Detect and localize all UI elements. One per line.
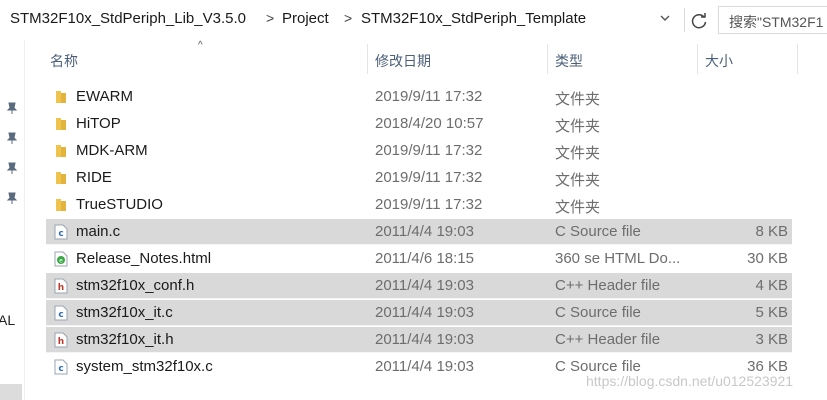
file-date: 2019/9/11 17:32 (375, 142, 483, 159)
file-type: C++ Header file (555, 277, 661, 294)
folder-icon (54, 197, 68, 213)
file-date: 2019/9/11 17:32 (375, 169, 483, 186)
file-row[interactable]: e Release_Notes.html 2011/4/6 18:15 360 se … (46, 246, 792, 272)
file-date: 2011/4/4 19:03 (375, 223, 474, 240)
search-input[interactable]: 搜索"STM32F1 (718, 6, 827, 34)
address-bar[interactable]: STM32F10x_StdPeriph_Lib_V3.5.0 > Project… (0, 0, 827, 40)
watermark: https://blog.csdn.net/u012523921 (586, 373, 794, 389)
pin-icon[interactable] (5, 131, 19, 145)
file-name: TrueSTUDIO (76, 196, 163, 213)
c-file-icon: c (54, 224, 68, 240)
file-type: 文件夹 (555, 199, 601, 216)
pin-icon[interactable] (5, 161, 19, 175)
sort-ascending-icon: ^ (198, 40, 203, 51)
file-type: 360 se HTML Do... (555, 250, 681, 267)
search-placeholder: 搜索"STM32F1 (729, 14, 824, 30)
file-name: HiTOP (76, 115, 121, 132)
folder-icon (54, 170, 68, 186)
file-size: 5 KB (755, 304, 788, 321)
file-name: RIDE (76, 169, 112, 186)
html-file-icon: e (54, 251, 68, 267)
nav-pane-item[interactable] (0, 384, 22, 400)
file-row[interactable]: TrueSTUDIO 2019/9/11 17:32 文件夹 (46, 192, 792, 218)
pin-icon[interactable] (5, 191, 19, 205)
svg-text:h: h (58, 337, 64, 347)
nav-item-label[interactable]: AL (0, 312, 15, 328)
file-date: 2018/4/20 10:57 (375, 115, 484, 132)
chevron-down-icon[interactable] (658, 12, 672, 26)
file-name: stm32f10x_it.c (76, 304, 173, 321)
file-name: system_stm32f10x.c (76, 358, 213, 375)
file-type: 文件夹 (555, 145, 601, 162)
column-header-size[interactable]: 大小 (705, 51, 733, 71)
c-file-icon: c (54, 359, 68, 375)
folder-icon (54, 89, 68, 105)
file-row[interactable]: RIDE 2019/9/11 17:32 文件夹 (46, 165, 792, 191)
column-divider[interactable] (547, 44, 548, 74)
column-header-type[interactable]: 类型 (555, 51, 583, 71)
file-date: 2011/4/4 19:03 (375, 331, 474, 348)
pin-icon[interactable] (5, 101, 19, 115)
file-row[interactable]: EWARM 2019/9/11 17:32 文件夹 (46, 84, 792, 110)
file-type: C++ Header file (555, 331, 661, 348)
svg-text:e: e (59, 258, 63, 265)
file-date: 2019/9/11 17:32 (375, 88, 483, 105)
file-row[interactable]: h stm32f10x_it.h 2011/4/4 19:03 C++ Header … (46, 327, 792, 353)
file-date: 2011/4/4 19:03 (375, 304, 474, 321)
file-type: C Source file (555, 304, 641, 321)
column-header-date[interactable]: 修改日期 (375, 51, 431, 71)
file-date: 2011/4/4 19:03 (375, 358, 474, 375)
folder-icon (54, 143, 68, 159)
breadcrumb-separator[interactable]: > (344, 10, 352, 26)
column-header-name[interactable]: 名称 (50, 51, 78, 71)
file-date: 2011/4/6 18:15 (375, 250, 474, 267)
breadcrumb-template[interactable]: STM32F10x_StdPeriph_Template (361, 10, 586, 27)
file-row[interactable]: HiTOP 2018/4/20 10:57 文件夹 (46, 111, 792, 137)
file-size: 3 KB (755, 331, 788, 348)
breadcrumb-separator[interactable]: > (266, 10, 274, 26)
h-file-icon: h (54, 278, 68, 294)
svg-text:c: c (58, 310, 63, 320)
file-row[interactable]: c stm32f10x_it.c 2011/4/4 19:03 C Source fi… (46, 300, 792, 326)
c-file-icon: c (54, 305, 68, 321)
svg-text:c: c (58, 229, 63, 239)
column-divider[interactable] (697, 44, 698, 74)
nav-pane-divider (24, 40, 25, 400)
breadcrumb-lib[interactable]: STM32F10x_StdPeriph_Lib_V3.5.0 (10, 10, 246, 27)
file-row[interactable]: c main.c 2011/4/4 19:03 C Source file 8 KB (46, 219, 792, 245)
file-type: 文件夹 (555, 118, 601, 135)
column-divider[interactable] (797, 44, 798, 74)
svg-text:c: c (58, 364, 63, 374)
navigation-pane (0, 40, 24, 400)
file-type: C Source file (555, 223, 641, 240)
folder-icon (54, 116, 68, 132)
file-name: main.c (76, 223, 121, 240)
file-size: 8 KB (755, 223, 788, 240)
column-divider[interactable] (367, 44, 368, 74)
file-name: stm32f10x_conf.h (76, 277, 195, 294)
file-size: 4 KB (755, 277, 788, 294)
h-file-icon: h (54, 332, 68, 348)
breadcrumb-project[interactable]: Project (282, 10, 329, 27)
file-name: stm32f10x_it.h (76, 331, 174, 348)
file-date: 2019/9/11 17:32 (375, 196, 483, 213)
file-name: Release_Notes.html (76, 250, 212, 267)
refresh-icon[interactable] (684, 8, 709, 32)
file-size: 30 KB (747, 250, 788, 267)
file-date: 2011/4/4 19:03 (375, 277, 474, 294)
file-row[interactable]: MDK-ARM 2019/9/11 17:32 文件夹 (46, 138, 792, 164)
file-name: EWARM (76, 88, 133, 105)
file-type: 文件夹 (555, 91, 601, 108)
file-row[interactable]: h stm32f10x_conf.h 2011/4/4 19:03 C++ Heade… (46, 273, 792, 299)
file-name: MDK-ARM (76, 142, 148, 159)
svg-text:h: h (58, 283, 64, 293)
file-type: 文件夹 (555, 172, 601, 189)
